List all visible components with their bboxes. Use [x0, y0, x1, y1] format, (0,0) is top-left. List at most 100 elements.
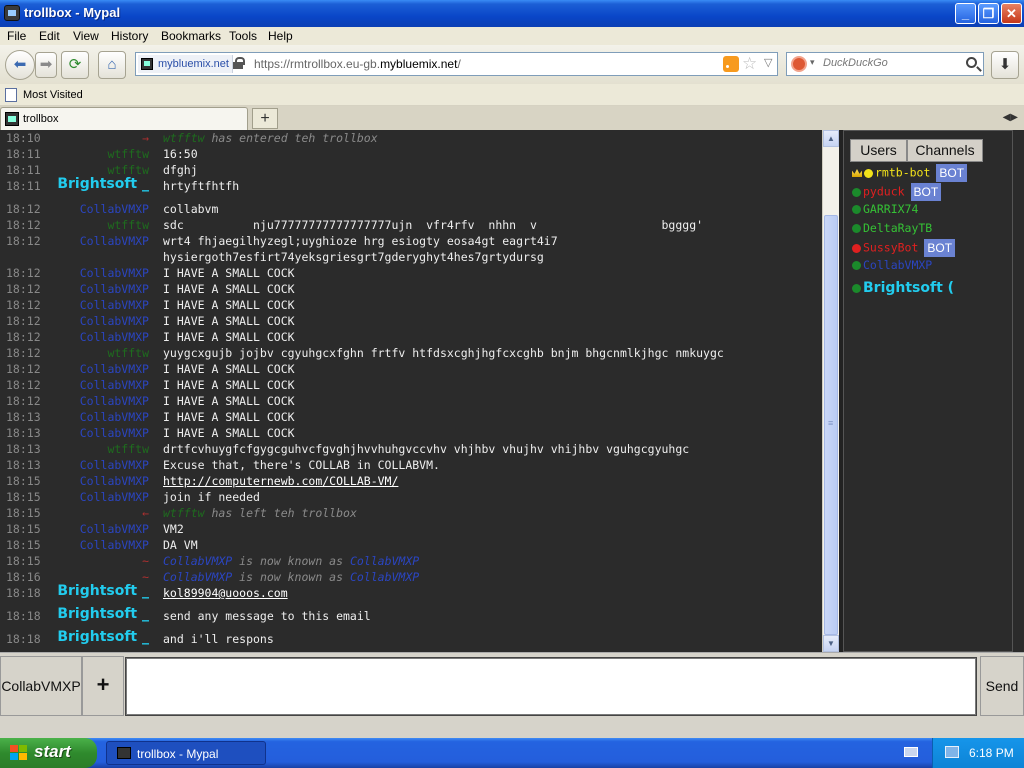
chat-log[interactable]: 18:10 → wtfftw has entered teh trollbox 18:… [0, 130, 822, 652]
message-text: wrt4 fhjaegilhyzegl;uyghioze hrg esiogty… [163, 234, 558, 248]
chat-scrollbar[interactable]: ▲ ▼ [822, 130, 839, 652]
menu-edit[interactable]: Edit [39, 29, 60, 43]
message-author[interactable]: wtfftw [107, 163, 149, 177]
start-button[interactable]: start [0, 738, 97, 768]
bookmark-most-visited[interactable]: Most Visited [23, 89, 83, 101]
message-author[interactable]: CollabVMXP [80, 234, 149, 248]
message-author[interactable]: CollabVMXP [80, 522, 149, 536]
message-text: I HAVE A SMALL COCK [163, 394, 295, 408]
message-author[interactable]: CollabVMXP [80, 314, 149, 328]
message-author[interactable]: CollabVMXP [80, 410, 149, 424]
rss-feed-icon[interactable] [723, 56, 739, 72]
message-author[interactable]: Brightsoft _ [57, 176, 149, 192]
message-author[interactable]: CollabVMXP [80, 362, 149, 376]
tab-users[interactable]: Users [850, 139, 907, 162]
message-author[interactable]: CollabVMXP [80, 298, 149, 312]
user-name: Brightsoft ( [863, 280, 955, 296]
user-list-item[interactable]: CollabVMXP [852, 258, 932, 278]
scroll-thumb[interactable] [824, 215, 838, 635]
search-box[interactable]: ▾ DuckDuckGo [786, 52, 984, 76]
message-input[interactable] [125, 657, 977, 716]
channel-button[interactable]: CollabVMXP [0, 656, 82, 716]
tab-scroll-arrows-icon[interactable]: ◀▶ [1003, 112, 1018, 123]
message-author[interactable]: CollabVMXP [80, 202, 149, 216]
tab-channels[interactable]: Channels [907, 139, 983, 162]
bookmarks-toolbar: Most Visited [0, 84, 1024, 106]
search-engine-icon[interactable] [791, 56, 807, 72]
bookmark-folder-icon [5, 88, 17, 102]
close-button[interactable]: ✕ [1001, 3, 1022, 24]
add-button[interactable]: + [82, 656, 124, 716]
message-author[interactable]: Brightsoft _ [57, 583, 149, 599]
url-dropdown-icon[interactable]: ▽ [764, 56, 772, 69]
message-text: DA VM [163, 538, 198, 552]
site-identity[interactable]: mybluemix.net [138, 55, 233, 73]
chat-message-row: 18:12 CollabVMXP I HAVE A SMALL COCK [0, 329, 822, 345]
search-engine-dropdown-icon[interactable]: ▾ [810, 57, 815, 68]
message-link[interactable]: http://computernewb.com/COLLAB-VM/ [163, 474, 398, 488]
minimize-button[interactable]: _ [955, 3, 976, 24]
message-text: send any message to this email [163, 609, 371, 623]
menu-history[interactable]: History [111, 29, 148, 43]
message-author[interactable]: wtfftw [107, 218, 149, 232]
message-text: join if needed [163, 490, 260, 504]
message-timestamp: 18:13 [6, 426, 41, 440]
status-area [0, 718, 1024, 738]
user-list-item[interactable]: GARRIX74 [852, 202, 918, 222]
search-icon[interactable] [966, 57, 977, 68]
scroll-up-button[interactable]: ▲ [823, 130, 839, 147]
message-author[interactable]: CollabVMXP [80, 458, 149, 472]
message-author[interactable]: CollabVMXP [80, 426, 149, 440]
message-author[interactable]: wtfftw [107, 346, 149, 360]
old-nick: CollabVMXP [163, 570, 233, 584]
message-timestamp: 18:12 [6, 330, 41, 344]
forward-button[interactable]: ➡ [35, 52, 57, 78]
taskbar-item-mypal[interactable]: trollbox - Mypal [106, 741, 266, 765]
message-author[interactable]: CollabVMXP [80, 282, 149, 296]
user-list-item[interactable]: pyduck BOT [852, 183, 942, 203]
message-author[interactable]: Brightsoft _ [57, 629, 149, 645]
keyboard-icon[interactable] [904, 747, 918, 757]
chat-message-row: 18:11 wtfftw 16:50 [0, 146, 822, 162]
tab-trollbox[interactable]: trollbox [0, 107, 248, 130]
system-message-nick: wtfftw [163, 506, 205, 520]
home-button[interactable]: ⌂ [98, 51, 126, 79]
message-author[interactable]: CollabVMXP [80, 394, 149, 408]
scroll-down-button[interactable]: ▼ [823, 635, 839, 652]
back-button[interactable]: ⬅ [5, 50, 35, 80]
new-tab-button[interactable]: + [252, 108, 278, 129]
chat-message-row: 18:15 CollabVMXP DA VM [0, 537, 822, 553]
chat-message-row: 18:12 CollabVMXP I HAVE A SMALL COCK [0, 313, 822, 329]
menu-file[interactable]: File [7, 29, 26, 43]
address-bar[interactable]: mybluemix.net https://rmtrollbox.eu-gb.m… [135, 52, 778, 76]
message-author[interactable]: CollabVMXP [80, 474, 149, 488]
message-author[interactable]: CollabVMXP [80, 538, 149, 552]
status-dot-icon [852, 224, 861, 233]
user-list-item[interactable]: SussyBot BOT [852, 239, 956, 259]
user-list-item[interactable]: rmtb-bot BOT [852, 164, 968, 184]
rename-text: is now known as [232, 554, 350, 568]
maximize-button[interactable]: ❐ [978, 3, 999, 24]
message-author[interactable]: wtfftw [107, 442, 149, 456]
user-list-item[interactable]: DeltaRayTB [852, 221, 932, 241]
message-author[interactable]: wtfftw [107, 147, 149, 161]
menu-help[interactable]: Help [268, 29, 293, 43]
reload-button[interactable]: ⟳ [61, 51, 89, 79]
user-list-item[interactable]: Brightsoft ( [852, 280, 954, 300]
chat-message-row: 18:15 ~ CollabVMXP is now known as CollabV… [0, 553, 822, 569]
message-author[interactable]: CollabVMXP [80, 330, 149, 344]
downloads-button[interactable]: ⬇ [991, 51, 1019, 79]
message-link[interactable]: kol89904@uooos.com [163, 586, 288, 600]
bookmark-star-icon[interactable]: ☆ [742, 54, 757, 74]
message-author[interactable]: CollabVMXP [80, 490, 149, 504]
menu-tools[interactable]: Tools [229, 29, 257, 43]
message-author[interactable]: CollabVMXP [80, 266, 149, 280]
network-icon[interactable] [945, 746, 959, 758]
url-text[interactable]: https://rmtrollbox.eu-gb.mybluemix.net/ [254, 57, 461, 71]
menu-bookmarks[interactable]: Bookmarks [161, 29, 221, 43]
menu-view[interactable]: View [73, 29, 99, 43]
message-author[interactable]: Brightsoft _ [57, 606, 149, 622]
site-favicon [141, 58, 153, 70]
message-author[interactable]: CollabVMXP [80, 378, 149, 392]
send-button[interactable]: Send [980, 656, 1024, 716]
